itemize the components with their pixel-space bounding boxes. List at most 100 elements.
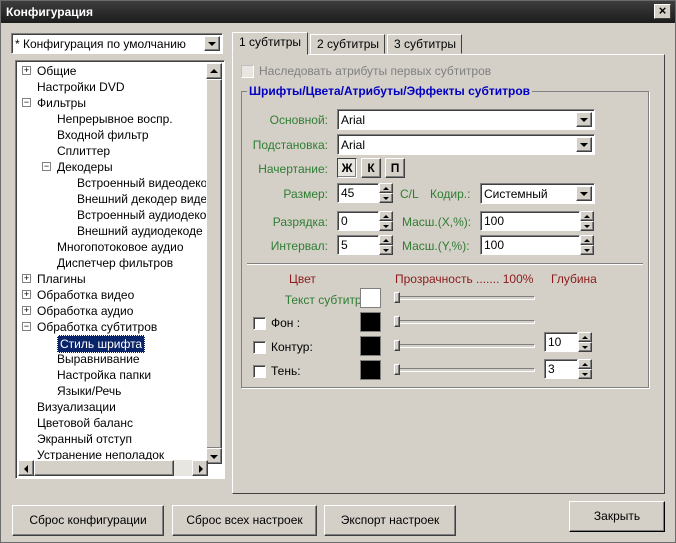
primary-font-select[interactable]: Arial	[337, 109, 595, 130]
shadow-depth-value: 3	[548, 362, 555, 376]
spin-up-icon[interactable]	[379, 183, 393, 193]
color-header: Цвет	[289, 272, 316, 286]
collapse-icon[interactable]: −	[42, 162, 51, 171]
outline-depth-spinner[interactable]	[578, 332, 592, 352]
scroll-right-icon[interactable]	[192, 460, 208, 476]
spin-up-icon[interactable]	[379, 211, 393, 221]
spin-up-icon[interactable]	[578, 359, 592, 369]
scroll-up-icon[interactable]	[206, 63, 222, 79]
interval-spinner[interactable]	[379, 235, 393, 255]
reset-config-button[interactable]: Сброс конфигурации	[12, 505, 164, 536]
fallback-font-label: Подстановка:	[252, 138, 328, 152]
tree-item-label: Сплиттер	[57, 144, 111, 158]
scale-y-label: Масш.(Y,%):	[402, 239, 470, 253]
shadow-depth-input[interactable]: 3	[544, 359, 578, 379]
spin-down-icon[interactable]	[578, 342, 592, 352]
chevron-down-icon[interactable]	[576, 112, 592, 127]
background-transparency-thumb[interactable]	[394, 316, 400, 327]
export-settings-button[interactable]: Экспорт настроек	[324, 505, 456, 536]
fallback-font-select[interactable]: Arial	[337, 134, 595, 155]
outline-color-swatch[interactable]	[360, 336, 381, 356]
tree-horizontal-scrollbar[interactable]	[18, 460, 208, 476]
config-select-value: * Конфигурация по умолчанию	[15, 37, 186, 51]
chevron-down-icon[interactable]	[576, 186, 592, 201]
tree-item-label: Настройки DVD	[37, 80, 125, 94]
shadow-checkbox[interactable]	[253, 365, 266, 378]
outline-transparency-thumb[interactable]	[394, 340, 400, 351]
spin-up-icon[interactable]	[379, 235, 393, 245]
scroll-left-icon[interactable]	[18, 460, 34, 476]
text-transparency-slider[interactable]	[395, 296, 535, 300]
tree-item-label: Цветовой баланс	[37, 416, 133, 430]
size-spinner[interactable]	[379, 183, 393, 203]
outline-transparency-slider[interactable]	[395, 344, 535, 348]
config-select[interactable]: * Конфигурация по умолчанию	[11, 33, 223, 54]
shadow-color-swatch[interactable]	[360, 360, 381, 380]
tab-subtitles-2[interactable]: 2 субтитры	[310, 34, 385, 54]
text-color-swatch[interactable]	[360, 288, 381, 308]
tab-subtitles-1[interactable]: 1 субтитры	[232, 32, 308, 55]
expand-icon[interactable]: +	[22, 66, 31, 75]
spin-up-icon[interactable]	[580, 235, 594, 245]
spacing-spinner[interactable]	[379, 211, 393, 231]
scale-x-value: 100	[484, 214, 505, 228]
spin-down-icon[interactable]	[379, 245, 393, 255]
settings-tree[interactable]: + Общие Настройки DVD − Фильтры Непрерывное в…	[15, 60, 225, 479]
scroll-thumb[interactable]	[206, 79, 222, 449]
spin-up-icon[interactable]	[580, 211, 594, 221]
shadow-transparency-thumb[interactable]	[394, 364, 400, 375]
italic-button[interactable]: К	[361, 158, 381, 178]
text-transparency-thumb[interactable]	[394, 292, 400, 303]
close-button[interactable]: Закрыть	[569, 501, 665, 532]
tree-item-label: Декодеры	[57, 160, 113, 174]
encoding-select[interactable]: Системный	[480, 183, 595, 204]
chevron-down-icon[interactable]	[576, 137, 592, 152]
spin-down-icon[interactable]	[578, 369, 592, 379]
spin-down-icon[interactable]	[379, 221, 393, 231]
tree-vertical-scrollbar[interactable]	[206, 63, 222, 464]
tree-item-label: Обработка аудио	[37, 304, 134, 318]
interval-value: 5	[341, 238, 348, 252]
primary-font-value: Arial	[341, 113, 366, 127]
spin-down-icon[interactable]	[580, 245, 594, 255]
background-transparency-slider[interactable]	[395, 320, 535, 324]
scale-y-input[interactable]: 100	[480, 235, 580, 255]
shadow-depth-spinner[interactable]	[578, 359, 592, 379]
scale-x-label: Масш.(X,%):	[402, 215, 472, 229]
expand-icon[interactable]: +	[22, 290, 31, 299]
shadow-label: Тень:	[271, 364, 301, 378]
chevron-down-icon[interactable]	[204, 36, 220, 51]
tree-list: + Общие Настройки DVD − Фильтры Непрерывное в…	[18, 63, 208, 476]
shadow-transparency-slider[interactable]	[395, 368, 535, 372]
fallback-font-value: Arial	[341, 138, 366, 152]
background-checkbox[interactable]	[253, 317, 266, 330]
size-input[interactable]: 45	[337, 183, 379, 203]
scroll-down-icon[interactable]	[206, 448, 222, 464]
background-color-swatch[interactable]	[360, 312, 381, 332]
spacing-input[interactable]: 0	[337, 211, 379, 231]
collapse-icon[interactable]: −	[22, 98, 31, 107]
inherit-checkbox[interactable]	[241, 65, 254, 78]
bold-button[interactable]: Ж	[337, 158, 357, 178]
hscroll-thumb[interactable]	[34, 460, 174, 476]
tree-item-label: Непрерывное воспр.	[57, 112, 173, 126]
tree-item-label: Выравнивание	[57, 352, 140, 366]
scale-y-spinner[interactable]	[580, 235, 594, 255]
interval-input[interactable]: 5	[337, 235, 379, 255]
scale-x-input[interactable]: 100	[480, 211, 580, 231]
spin-down-icon[interactable]	[379, 193, 393, 203]
spin-up-icon[interactable]	[578, 332, 592, 342]
expand-icon[interactable]: +	[22, 306, 31, 315]
underline-button[interactable]: П	[385, 158, 405, 178]
spin-down-icon[interactable]	[580, 221, 594, 231]
reset-all-button[interactable]: Сброс всех настроек	[172, 505, 317, 536]
tree-item-label: Настройка папки	[57, 368, 152, 382]
scale-x-spinner[interactable]	[580, 211, 594, 231]
inherit-label: Наследовать атрибуты первых субтитров	[259, 64, 492, 78]
expand-icon[interactable]: +	[22, 274, 31, 283]
outline-depth-input[interactable]: 10	[544, 332, 578, 352]
collapse-icon[interactable]: −	[22, 322, 31, 331]
tab-subtitles-3[interactable]: 3 субтитры	[387, 34, 462, 54]
close-icon[interactable]: ×	[654, 4, 671, 19]
outline-checkbox[interactable]	[253, 341, 266, 354]
